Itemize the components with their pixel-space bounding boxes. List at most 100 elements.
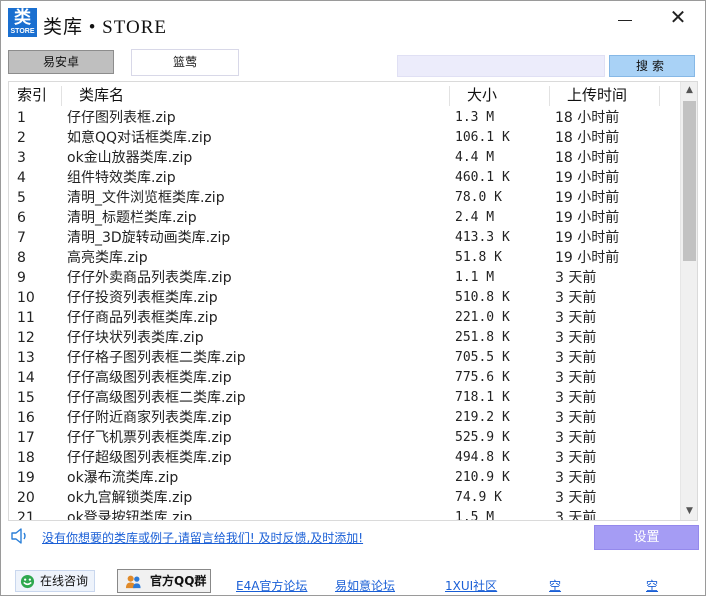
table-row[interactable]: 15 仔仔高级图列表框二类库.zip 718.1 K 3 天前 [9, 388, 679, 408]
row-library-name: 仔仔超级图列表框类库.zip [67, 450, 232, 466]
header-upload-time[interactable]: 上传时间 [567, 82, 627, 108]
row-size: 78.0 K [455, 190, 502, 205]
row-index: 9 [17, 270, 26, 286]
row-library-name: ok登录按钮类库.zip [67, 510, 193, 521]
table-row[interactable]: 20 ok九宫解锁类库.zip 74.9 K 3 天前 [9, 488, 679, 508]
row-size: 74.9 K [455, 490, 502, 505]
row-size: 221.0 K [455, 310, 510, 325]
tab-second[interactable]: 篮莺 [131, 49, 239, 76]
header-name[interactable]: 类库名 [79, 82, 124, 108]
row-size: 1.1 M [455, 270, 495, 285]
header-divider [659, 86, 660, 106]
row-index: 5 [17, 190, 26, 206]
table-row[interactable]: 21 ok登录按钮类库.zip 1.5 M 3 天前 [9, 508, 679, 521]
row-index: 20 [17, 490, 35, 506]
app-logo: 类 STORE [8, 8, 37, 37]
row-upload-time: 3 天前 [555, 410, 597, 426]
list-header: 索引 类库名 大小 上传时间 [9, 82, 679, 108]
header-divider [549, 86, 550, 106]
row-index: 4 [17, 170, 26, 186]
feedback-link[interactable]: 没有你想要的类库或例子,请留言给我们! 及时反馈,及时添加! [42, 529, 363, 546]
row-upload-time: 18 小时前 [555, 110, 620, 126]
row-library-name: 清明_标题栏类库.zip [67, 210, 197, 226]
table-row[interactable]: 7 清明_3D旋转动画类库.zip 413.3 K 19 小时前 [9, 228, 679, 248]
table-row[interactable]: 6 清明_标题栏类库.zip 2.4 M 19 小时前 [9, 208, 679, 228]
row-size: 718.1 K [455, 390, 510, 405]
row-index: 8 [17, 250, 26, 266]
row-size: 210.9 K [455, 470, 510, 485]
vertical-scrollbar[interactable]: ▲ ▼ [680, 82, 697, 520]
row-upload-time: 3 天前 [555, 310, 597, 326]
row-size: 494.8 K [455, 450, 510, 465]
header-size[interactable]: 大小 [467, 82, 497, 108]
row-index: 3 [17, 150, 26, 166]
row-upload-time: 18 小时前 [555, 150, 620, 166]
scroll-down-arrow-icon[interactable]: ▼ [681, 503, 697, 520]
library-list[interactable]: 索引 类库名 大小 上传时间 1 仔仔图列表框.zip 1.3 M 18 小时前 2 如意… [8, 81, 698, 521]
row-upload-time: 18 小时前 [555, 130, 620, 146]
table-row[interactable]: 14 仔仔高级图列表框类库.zip 775.6 K 3 天前 [9, 368, 679, 388]
row-upload-time: 3 天前 [555, 270, 597, 286]
search-button[interactable]: 搜索 [609, 55, 695, 77]
row-index: 19 [17, 470, 35, 486]
table-row[interactable]: 11 仔仔商品列表框类库.zip 221.0 K 3 天前 [9, 308, 679, 328]
row-size: 525.9 K [455, 430, 510, 445]
row-library-name: 清明_3D旋转动画类库.zip [67, 230, 231, 246]
row-index: 16 [17, 410, 35, 426]
row-size: 413.3 K [455, 230, 510, 245]
footer-link-e4a-forum[interactable]: E4A官方论坛 [236, 577, 307, 594]
app-window: 类 STORE 类库 • STORE ✕ 易安卓 篮莺 搜索 索引 类库名 大小… [0, 0, 706, 596]
logo-glyph: 类 [14, 8, 31, 28]
row-upload-time: 3 天前 [555, 450, 597, 466]
row-index: 6 [17, 210, 26, 226]
tab-yianzhuo[interactable]: 易安卓 [8, 50, 114, 74]
online-consult-button[interactable]: 在线咨询 [15, 570, 95, 592]
search-input[interactable] [397, 55, 605, 77]
qq-group-button[interactable]: 官方QQ群 [117, 569, 211, 593]
row-library-name: 仔仔格子图列表框二类库.zip [67, 350, 246, 366]
scroll-up-arrow-icon[interactable]: ▲ [681, 82, 697, 99]
footer-link-empty-1[interactable]: 空 [549, 577, 561, 594]
table-row[interactable]: 5 清明_文件浏览框类库.zip 78.0 K 19 小时前 [9, 188, 679, 208]
row-library-name: 仔仔外卖商品列表类库.zip [67, 270, 232, 286]
footer-link-empty-2[interactable]: 空 [646, 577, 658, 594]
chat-bubble-icon [20, 574, 35, 589]
table-row[interactable]: 4 组件特效类库.zip 460.1 K 19 小时前 [9, 168, 679, 188]
group-people-icon [125, 575, 141, 589]
qq-group-label: 官方QQ群 [150, 574, 207, 588]
row-upload-time: 19 小时前 [555, 230, 620, 246]
row-library-name: 如意QQ对话框类库.zip [67, 130, 212, 146]
footer-link-yiruyi-forum[interactable]: 易如意论坛 [335, 577, 395, 594]
row-size: 106.1 K [455, 130, 510, 145]
row-index: 15 [17, 390, 35, 406]
row-index: 12 [17, 330, 35, 346]
table-row[interactable]: 12 仔仔块状列表类库.zip 251.8 K 3 天前 [9, 328, 679, 348]
table-row[interactable]: 1 仔仔图列表框.zip 1.3 M 18 小时前 [9, 108, 679, 128]
table-row[interactable]: 13 仔仔格子图列表框二类库.zip 705.5 K 3 天前 [9, 348, 679, 368]
table-row[interactable]: 17 仔仔飞机票列表框类库.zip 525.9 K 3 天前 [9, 428, 679, 448]
row-library-name: 仔仔附近商家列表类库.zip [67, 410, 232, 426]
close-button[interactable]: ✕ [665, 7, 691, 29]
row-index: 13 [17, 350, 35, 366]
header-index[interactable]: 索引 [17, 82, 47, 108]
row-size: 1.5 M [455, 510, 495, 521]
table-row[interactable]: 9 仔仔外卖商品列表类库.zip 1.1 M 3 天前 [9, 268, 679, 288]
row-library-name: 仔仔块状列表类库.zip [67, 330, 204, 346]
row-upload-time: 3 天前 [555, 330, 597, 346]
table-row[interactable]: 3 ok金山放器类库.zip 4.4 M 18 小时前 [9, 148, 679, 168]
table-row[interactable]: 16 仔仔附近商家列表类库.zip 219.2 K 3 天前 [9, 408, 679, 428]
row-size: 251.8 K [455, 330, 510, 345]
row-size: 1.3 M [455, 110, 495, 125]
table-row[interactable]: 10 仔仔投资列表框类库.zip 510.8 K 3 天前 [9, 288, 679, 308]
row-upload-time: 19 小时前 [555, 210, 620, 226]
minimize-button[interactable] [613, 7, 639, 29]
table-row[interactable]: 8 高亮类库.zip 51.8 K 19 小时前 [9, 248, 679, 268]
scroll-thumb[interactable] [683, 101, 696, 261]
footer-link-1xui-community[interactable]: 1XUI社区 [445, 577, 497, 594]
table-row[interactable]: 19 ok瀑布流类库.zip 210.9 K 3 天前 [9, 468, 679, 488]
settings-button[interactable]: 设置 [594, 525, 699, 550]
table-row[interactable]: 18 仔仔超级图列表框类库.zip 494.8 K 3 天前 [9, 448, 679, 468]
row-size: 460.1 K [455, 170, 510, 185]
table-row[interactable]: 2 如意QQ对话框类库.zip 106.1 K 18 小时前 [9, 128, 679, 148]
header-divider [61, 86, 62, 106]
